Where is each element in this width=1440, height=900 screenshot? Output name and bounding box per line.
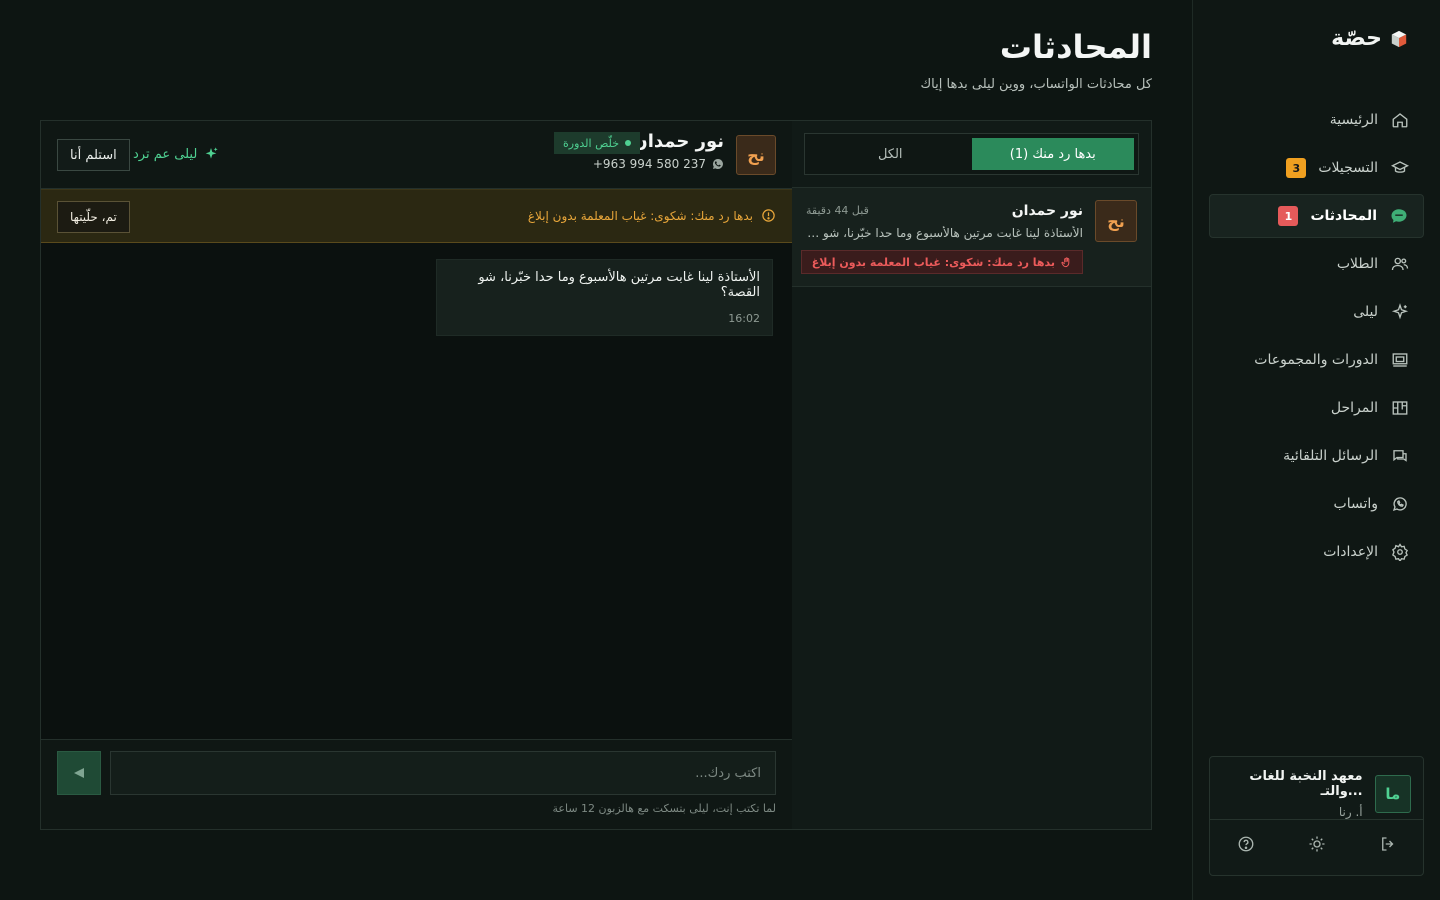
flag-text: بدها رد منك: شكوى: غياب المعلمة بدون إبل… [811, 255, 1055, 269]
sidebar-item-label: الدورات والمجموعات [1254, 352, 1378, 368]
presentation-board-icon [1390, 350, 1410, 370]
sidebar-item-stages[interactable]: المراحل [1209, 386, 1424, 430]
layla-replying-indicator: ليلى عم ترد [133, 146, 219, 162]
phone-number: +963 994 580 237 [592, 157, 706, 171]
conversation-item[interactable]: نح نور حمدان قبل 44 دقيقة الأستاذة لينا … [792, 188, 1151, 287]
needs-reply-alert: بدها رد منك: شكوى: غياب المعلمة بدون إبل… [41, 189, 792, 243]
message-thread: الأستاذة لينا غابت مرتين هالأسبوع وما حد… [41, 243, 792, 739]
conversation-filter-tabs: بدها رد منك (1) الكل [804, 133, 1139, 175]
sidebar-item-enrollments[interactable]: التسجيلات 3 [1209, 146, 1424, 190]
org-info[interactable]: ما معهد النخبة للغات والتـ... أ. رنا [1210, 769, 1411, 819]
send-button[interactable] [57, 751, 101, 795]
contact-avatar: نح [736, 135, 776, 175]
sparkle-icon [1390, 302, 1410, 322]
sidebar-item-settings[interactable]: الإعدادات [1209, 530, 1424, 574]
sidebar-item-label: الإعدادات [1323, 544, 1378, 560]
sidebar-item-home[interactable]: الرئيسية [1209, 98, 1424, 142]
send-arrow-icon [74, 768, 84, 778]
message-text: الأستاذة لينا غابت مرتين هالأسبوع وما حد… [478, 270, 760, 300]
alert-text: بدها رد منك: شكوى: غياب المعلمة بدون إبل… [527, 208, 753, 223]
brand-name: حصّة [1331, 26, 1382, 51]
chat-header: نح نور حمدان خلّص الدورة +963 994 580 23… [41, 121, 792, 189]
sidebar-item-label: المراحل [1330, 400, 1378, 416]
logout-icon[interactable] [1379, 835, 1397, 853]
sidebar-item-courses[interactable]: الدورات والمجموعات [1209, 338, 1424, 382]
chat-view: نح نور حمدان خلّص الدورة +963 994 580 23… [41, 121, 792, 829]
reply-composer: لما تكتب إنت، ليلى بتسكت مع هالزبون 12 س… [41, 739, 792, 829]
contact-phone: +963 994 580 237 [593, 157, 724, 171]
divider [1210, 819, 1423, 820]
sidebar-item-layla[interactable]: ليلى [1209, 290, 1424, 334]
sidebar-item-whatsapp[interactable]: واتساب [1209, 482, 1424, 526]
alert-circle-icon [762, 209, 775, 222]
sidebar-item-label: واتساب [1333, 496, 1378, 512]
tab-all[interactable]: الكل [809, 138, 972, 170]
page-subtitle: كل محادثات الواتساب، ووين ليلى بدها إياك [920, 77, 1152, 92]
needs-reply-flag: بدها رد منك: شكوى: غياب المعلمة بدون إبل… [800, 250, 1083, 274]
sparkle-icon [205, 147, 218, 159]
message-preview: الأستاذة لينا غابت مرتين هالأسبوع وما حد… [806, 226, 1083, 240]
enrollments-count-badge: 3 [1286, 158, 1307, 178]
sidebar-item-label: التسجيلات [1318, 160, 1378, 176]
kanban-icon [1390, 398, 1410, 418]
tab-needs-reply[interactable]: بدها رد منك (1) [971, 138, 1134, 170]
conversations-panel: بدها رد منك (1) الكل نح نور حمدان قبل 44… [40, 120, 1152, 830]
sidebar-nav: الرئيسية التسجيلات 3 المحادثات 1 الطلاب [1209, 98, 1424, 578]
sidebar: حصّة الرئيسية التسجيلات 3 المحادثات 1 ال… [1192, 0, 1440, 900]
cube-logo-icon [1391, 30, 1407, 47]
sidebar-item-label: ليلى [1353, 304, 1378, 320]
reply-input[interactable] [110, 751, 776, 795]
layla-status-text: ليلى عم ترد [133, 146, 198, 162]
hand-icon [1061, 256, 1070, 267]
contact-name: نور حمدان [632, 131, 724, 152]
brand[interactable]: حصّة [1331, 26, 1408, 51]
sidebar-item-conversations[interactable]: المحادثات 1 [1209, 194, 1424, 238]
conversation-list: بدها رد منك (1) الكل نح نور حمدان قبل 44… [791, 121, 1151, 829]
mark-resolved-button[interactable]: تم، حلّيتها [57, 201, 130, 233]
takeover-button[interactable]: استلم أنا [57, 139, 130, 171]
status-dot [625, 140, 631, 146]
org-card: ما معهد النخبة للغات والتـ... أ. رنا [1209, 756, 1424, 876]
sidebar-item-auto-messages[interactable]: الرسائل التلقائية [1209, 434, 1424, 478]
sidebar-item-label: المحادثات [1310, 208, 1377, 224]
conversation-time: قبل 44 دقيقة [806, 204, 869, 217]
whatsapp-icon [1390, 494, 1410, 514]
page-title: المحادثات [999, 28, 1152, 66]
conversations-count-badge: 1 [1278, 206, 1299, 226]
chat-bubble-icon [1389, 206, 1409, 226]
sidebar-item-label: الرسائل التلقائية [1283, 448, 1378, 464]
sidebar-item-label: الرئيسية [1329, 112, 1378, 128]
composer-hint: لما تكتب إنت، ليلى بتسكت مع هالزبون 12 س… [552, 802, 777, 815]
alert-message: بدها رد منك: شكوى: غياب المعلمة بدون إبل… [528, 208, 776, 223]
status-badge: خلّص الدورة [554, 132, 640, 154]
home-icon [1390, 110, 1410, 130]
org-name: معهد النخبة للغات والتـ... [1249, 769, 1363, 799]
org-user-role: أ. رنا [1338, 805, 1363, 819]
sidebar-item-label: الطلاب [1336, 256, 1378, 272]
graduation-cap-icon [1390, 158, 1410, 178]
contact-avatar: نح [1095, 200, 1137, 242]
gear-icon [1390, 542, 1410, 562]
sidebar-item-students[interactable]: الطلاب [1209, 242, 1424, 286]
message-time: 16:02 [728, 312, 760, 325]
help-icon[interactable] [1237, 835, 1255, 853]
status-label: خلّص الدورة [563, 136, 619, 150]
whatsapp-icon [713, 159, 723, 169]
contact-name: نور حمدان [1011, 203, 1083, 219]
users-icon [1390, 254, 1410, 274]
theme-sun-icon[interactable] [1308, 835, 1326, 853]
messages-icon [1390, 446, 1410, 466]
org-avatar: ما [1374, 775, 1411, 813]
incoming-message: الأستاذة لينا غابت مرتين هالأسبوع وما حد… [436, 259, 773, 336]
org-actions [1210, 835, 1423, 853]
